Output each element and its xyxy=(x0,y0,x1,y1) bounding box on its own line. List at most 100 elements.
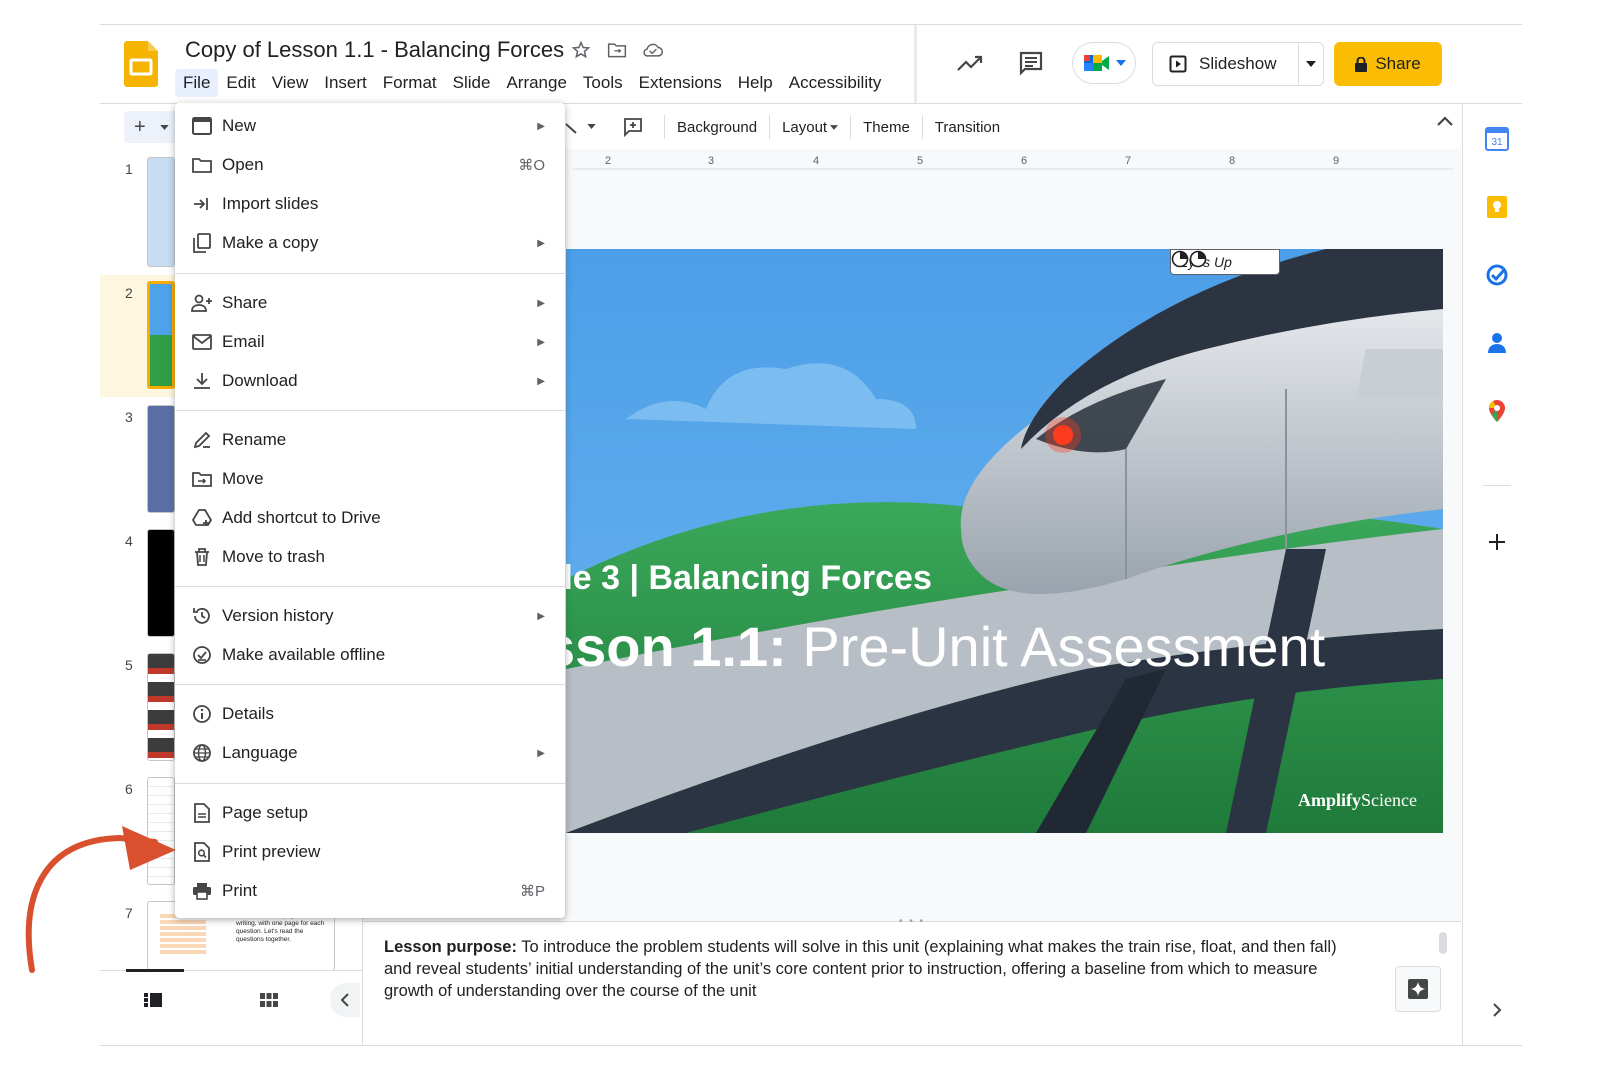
file-menu-move-trash[interactable]: Move to trash xyxy=(175,539,565,575)
menu-label: Import slides xyxy=(222,194,319,213)
notes-scrollbar[interactable] xyxy=(1439,932,1447,954)
slide-title: sson 1.1: Pre-Unit Assessment xyxy=(566,614,1325,679)
file-menu-add-shortcut[interactable]: Add shortcut to Drive xyxy=(175,500,565,536)
toolbar-text-items: Background Layout Theme Transition xyxy=(664,111,1012,143)
menu-edit[interactable]: Edit xyxy=(218,69,263,97)
file-menu-version-history[interactable]: Version history ▶ xyxy=(175,598,565,634)
cloud-status-icon[interactable] xyxy=(642,39,664,61)
gemini-assist-button[interactable] xyxy=(1395,966,1441,1012)
star-icon[interactable] xyxy=(570,39,592,61)
menu-shortcut: ⌘P xyxy=(519,883,545,900)
ruler-label: 7 xyxy=(1125,155,1132,167)
submenu-arrow-icon: ▶ xyxy=(537,375,545,387)
resize-handle[interactable]: • • • xyxy=(899,916,925,927)
file-menu-language[interactable]: Language ▶ xyxy=(175,735,565,771)
menu-divider xyxy=(175,586,565,587)
chevron-down-icon xyxy=(1116,60,1126,66)
file-menu-move[interactable]: Move xyxy=(175,461,565,497)
add-comment-icon[interactable] xyxy=(623,117,643,137)
menu-tools[interactable]: Tools xyxy=(575,69,631,97)
ruler-label: 8 xyxy=(1229,155,1236,167)
sparkle-icon xyxy=(1408,979,1428,999)
chevron-down-icon xyxy=(830,124,839,130)
notes-body: To introduce the problem students will s… xyxy=(384,938,1337,1000)
maps-icon[interactable] xyxy=(1485,399,1509,423)
menu-format[interactable]: Format xyxy=(375,69,445,97)
file-menu-rename[interactable]: Rename xyxy=(175,422,565,458)
menu-label: Make available offline xyxy=(222,645,386,664)
chevron-down-icon[interactable] xyxy=(587,124,596,129)
file-menu-share[interactable]: Share ▶ xyxy=(175,285,565,321)
file-menu-new[interactable]: New ▶ xyxy=(175,108,565,144)
menu-label: Print preview xyxy=(222,842,321,861)
file-menu-offline[interactable]: Make available offline xyxy=(175,637,565,673)
slide-title-rest: Pre-Unit Assessment xyxy=(786,615,1326,678)
notes-label: Lesson purpose: xyxy=(384,938,517,956)
menu-slide[interactable]: Slide xyxy=(445,69,499,97)
add-addon-icon[interactable] xyxy=(1485,530,1509,554)
file-menu-print[interactable]: Print ⌘P xyxy=(175,873,565,909)
activity-trend-icon[interactable] xyxy=(955,52,985,76)
play-slideshow-icon xyxy=(1169,55,1187,73)
transition-button[interactable]: Transition xyxy=(923,113,1012,141)
menu-label: Add shortcut to Drive xyxy=(222,508,381,527)
file-menu-details[interactable]: Details xyxy=(175,696,565,732)
slideshow-button[interactable]: Slideshow xyxy=(1153,43,1299,85)
move-folder-icon[interactable] xyxy=(606,39,628,61)
file-menu-page-setup[interactable]: Page setup xyxy=(175,795,565,831)
menu-bar: File Edit View Insert Format Slide Arran… xyxy=(175,69,889,97)
menu-label: Rename xyxy=(222,430,287,449)
keep-icon[interactable] xyxy=(1485,195,1509,219)
submenu-arrow-icon: ▶ xyxy=(537,610,545,622)
notes-text[interactable]: Lesson purpose: To introduce the problem… xyxy=(384,936,1344,1002)
comments-icon[interactable] xyxy=(1017,49,1045,77)
collapse-toolbar-icon[interactable] xyxy=(1436,115,1454,127)
submenu-arrow-icon: ▶ xyxy=(537,297,545,309)
menu-label: Print xyxy=(222,881,257,900)
file-menu-print-preview[interactable]: Print preview xyxy=(175,834,565,870)
menu-label: Share xyxy=(222,293,268,312)
share-button[interactable]: Share xyxy=(1334,42,1442,86)
file-menu-download[interactable]: Download ▶ xyxy=(175,363,565,399)
background-button[interactable]: Background xyxy=(665,113,769,141)
menu-accessibility[interactable]: Accessibility xyxy=(781,69,890,97)
submenu-arrow-icon: ▶ xyxy=(537,747,545,759)
ruler-label: 6 xyxy=(1021,155,1028,167)
file-menu-open[interactable]: Open ⌘O xyxy=(175,147,565,183)
slideshow-button-group: Slideshow xyxy=(1152,42,1324,86)
file-menu-email[interactable]: Email ▶ xyxy=(175,324,565,360)
slideshow-options-button[interactable] xyxy=(1299,61,1323,67)
menu-view[interactable]: View xyxy=(264,69,317,97)
current-slide[interactable]: Eyes Up de 3 | Balancing Forces sson 1.1… xyxy=(566,249,1443,833)
menu-extensions[interactable]: Extensions xyxy=(631,69,730,97)
theme-button[interactable]: Theme xyxy=(851,113,922,141)
submenu-arrow-icon: ▶ xyxy=(537,336,545,348)
menu-label: Email xyxy=(222,332,265,351)
layout-button[interactable]: Layout xyxy=(770,113,850,141)
line-tool-icon[interactable] xyxy=(564,121,580,135)
contacts-icon[interactable] xyxy=(1485,331,1509,355)
speaker-notes[interactable]: • • • Lesson purpose: To introduce the p… xyxy=(363,916,1461,1045)
grid-view-icon[interactable] xyxy=(260,993,278,1007)
chevron-right-icon[interactable] xyxy=(1485,998,1509,1022)
meet-button[interactable] xyxy=(1072,42,1136,84)
ruler-label: 3 xyxy=(708,155,715,167)
menu-help[interactable]: Help xyxy=(730,69,781,97)
slide-title-bold: sson 1.1: xyxy=(566,615,787,678)
document-title[interactable]: Copy of Lesson 1.1 - Balancing Forces xyxy=(185,37,564,63)
file-menu-import-slides[interactable]: Import slides xyxy=(175,186,565,222)
submenu-arrow-icon: ▶ xyxy=(537,120,545,132)
menu-arrange[interactable]: Arrange xyxy=(498,69,574,97)
collapse-filmstrip-button[interactable] xyxy=(330,983,360,1017)
menu-label: Move to trash xyxy=(222,547,325,566)
slideshow-label: Slideshow xyxy=(1199,54,1277,73)
tasks-icon[interactable] xyxy=(1485,263,1509,287)
menu-divider xyxy=(175,410,565,411)
calendar-icon[interactable]: 31 xyxy=(1485,127,1509,151)
menu-label: Version history xyxy=(222,606,334,625)
amplify-science-logo: AmplifyScience xyxy=(1298,790,1417,811)
menu-insert[interactable]: Insert xyxy=(316,69,375,97)
header-divider xyxy=(914,25,917,103)
file-menu-make-copy[interactable]: Make a copy ▶ xyxy=(175,225,565,261)
side-panel: 31 xyxy=(1462,104,1522,1045)
